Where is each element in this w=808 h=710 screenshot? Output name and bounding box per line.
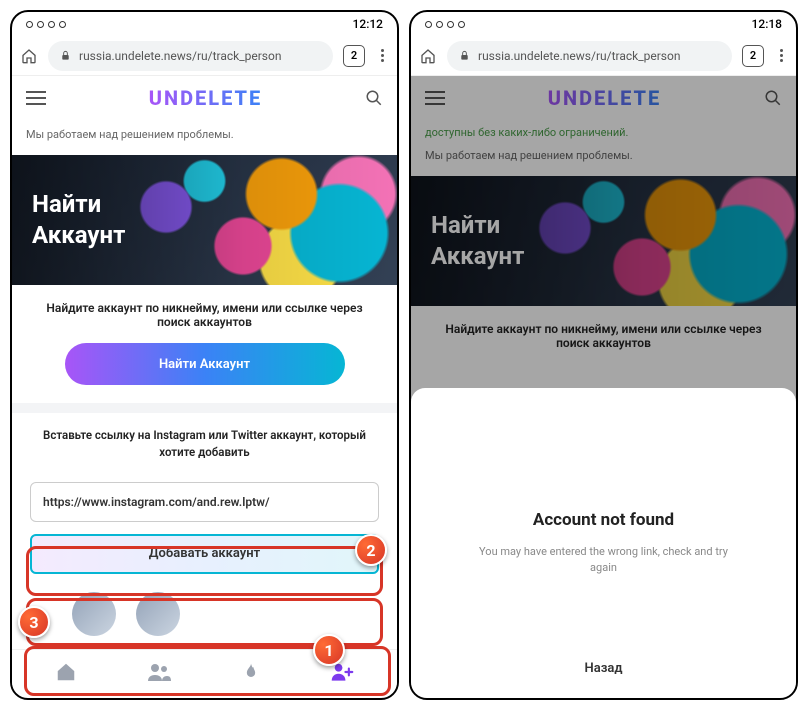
sheet-message: You may have entered the wrong link, che…: [479, 544, 729, 577]
page-content: UNDELETE Мы работаем над решением пробле…: [12, 76, 397, 698]
section-divider: [12, 403, 397, 413]
logo[interactable]: UNDELETE: [149, 86, 263, 110]
tab-count[interactable]: 2: [343, 45, 365, 67]
sheet-title: Account not found: [533, 510, 674, 530]
phone-left: 12:12 russia.undelete.news/ru/track_pers…: [10, 10, 399, 700]
find-subtext: Найдите аккаунт по никнейму, имени или с…: [12, 285, 397, 343]
lock-icon: [60, 49, 71, 62]
home-icon[interactable]: [419, 48, 437, 64]
notice-text: Мы работаем над решением проблемы.: [12, 120, 397, 155]
status-dots: [26, 21, 66, 28]
marker-3: 3: [18, 606, 50, 638]
search-icon[interactable]: [365, 89, 383, 107]
site-header: UNDELETE: [12, 76, 397, 120]
more-icon[interactable]: [774, 49, 788, 62]
lock-icon: [459, 49, 470, 62]
status-dots: [425, 21, 465, 28]
avatar[interactable]: [72, 592, 116, 636]
more-icon[interactable]: [375, 49, 389, 62]
marker-2: 2: [355, 534, 387, 566]
url-bar[interactable]: russia.undelete.news/ru/track_person: [447, 41, 732, 71]
nav-people-icon[interactable]: [146, 662, 172, 682]
back-button[interactable]: Назад: [585, 661, 623, 676]
menu-icon[interactable]: [26, 91, 46, 105]
account-thumbnails: [12, 574, 397, 642]
status-time: 12:12: [353, 17, 383, 31]
browser-bar: russia.undelete.news/ru/track_person 2: [12, 36, 397, 76]
avatar[interactable]: [136, 592, 180, 636]
hero-title: Найти Аккаунт: [32, 189, 125, 251]
find-account-button[interactable]: Найти Аккаунт: [65, 343, 345, 385]
add-account-button[interactable]: Добавать аккаунт: [30, 534, 379, 574]
status-time: 12:18: [752, 17, 782, 31]
url-text: russia.undelete.news/ru/track_person: [478, 49, 680, 63]
error-sheet: Account not found You may have entered t…: [411, 388, 796, 698]
phone-right: 12:18 russia.undelete.news/ru/track_pers…: [409, 10, 798, 700]
url-bar[interactable]: russia.undelete.news/ru/track_person: [48, 41, 333, 71]
paste-instruction: Вставьте ссылку на Instagram или Twitter…: [12, 413, 397, 476]
status-bar: 12:18: [411, 12, 796, 36]
tab-count[interactable]: 2: [742, 45, 764, 67]
url-input[interactable]: https://www.instagram.com/and.rew.lptw/: [30, 482, 379, 522]
nav-home-icon[interactable]: [55, 661, 77, 683]
hero-banner: Найти Аккаунт: [12, 155, 397, 285]
marker-1: 1: [313, 634, 345, 666]
home-icon[interactable]: [20, 48, 38, 64]
nav-fire-icon[interactable]: [241, 661, 261, 683]
browser-bar: russia.undelete.news/ru/track_person 2: [411, 36, 796, 76]
page-content: UNDELETE доступны без каких-либо огранич…: [411, 76, 796, 698]
status-bar: 12:12: [12, 12, 397, 36]
url-text: russia.undelete.news/ru/track_person: [79, 49, 281, 63]
